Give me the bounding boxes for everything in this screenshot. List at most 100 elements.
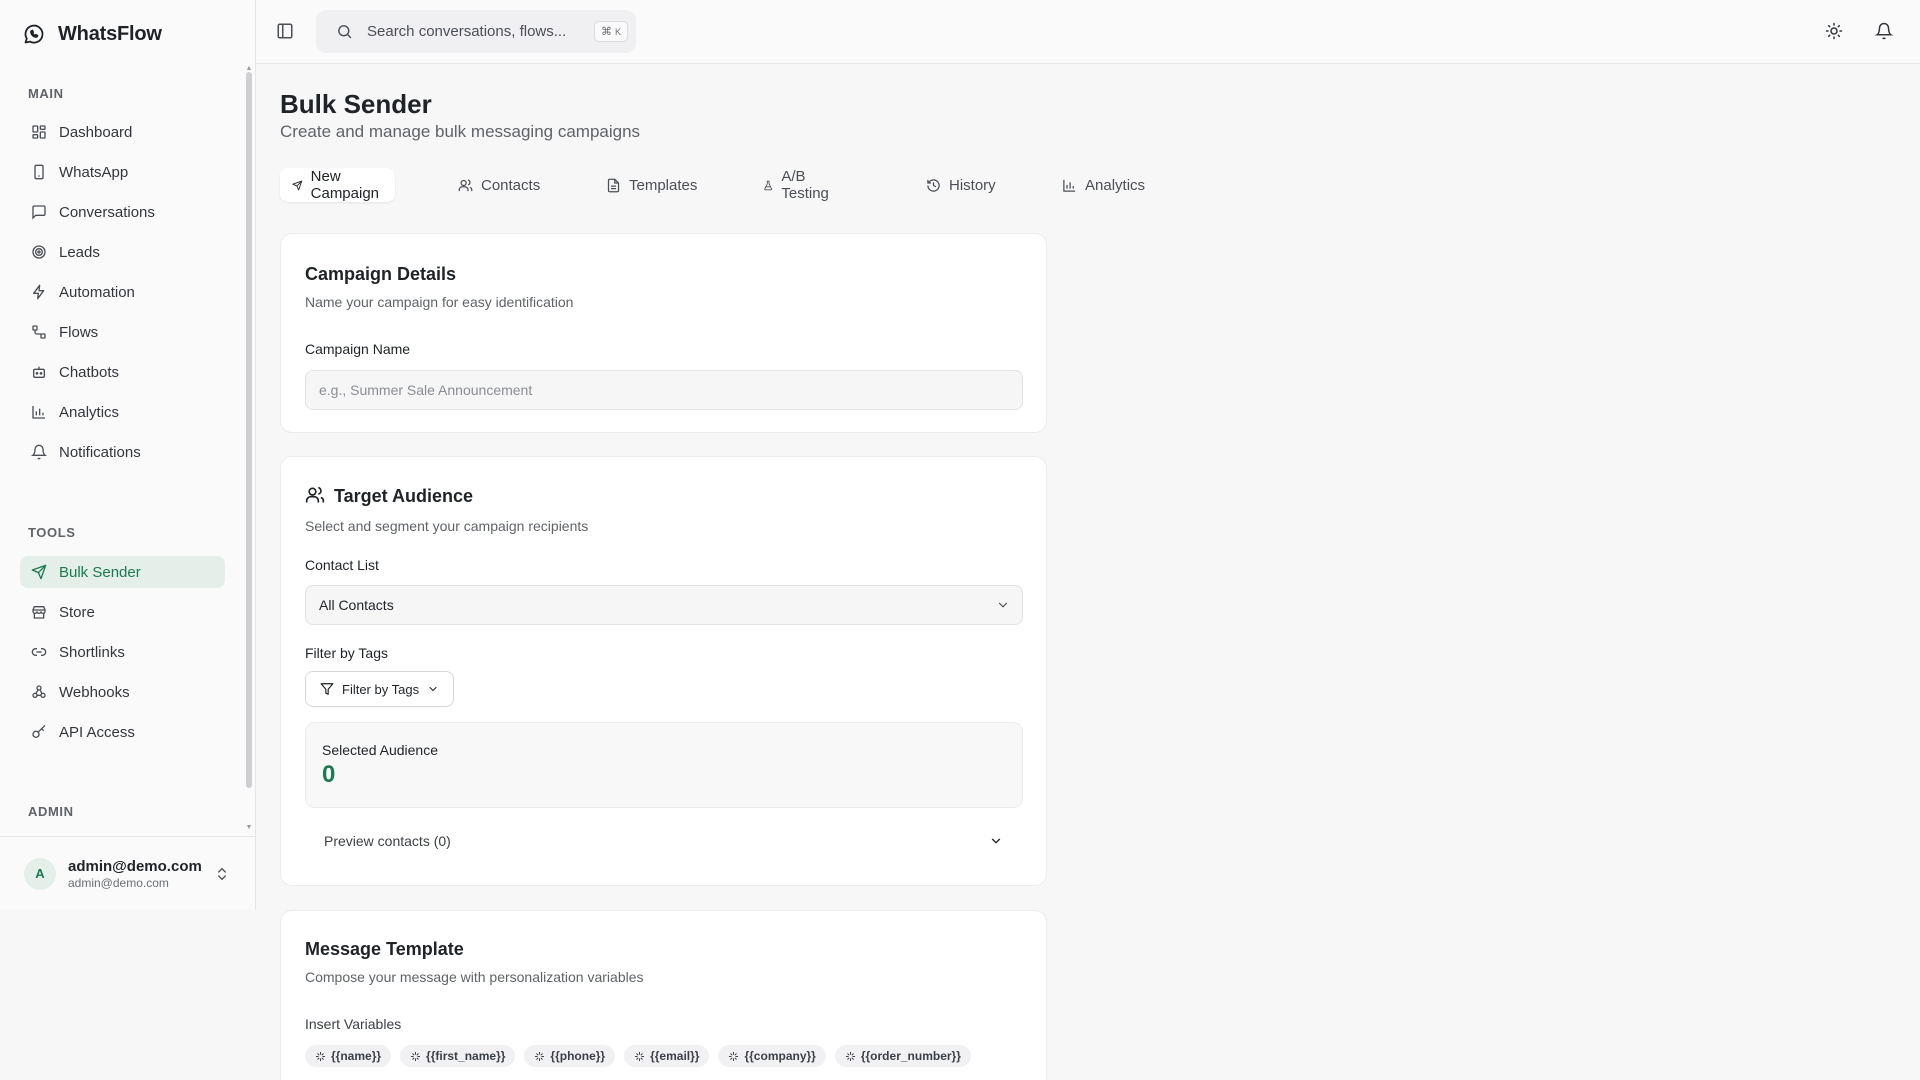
sidebar-item-flows[interactable]: Flows — [20, 316, 225, 348]
flow-icon — [32, 325, 46, 339]
card-title: Target Audience — [334, 486, 474, 506]
page-subtitle: Create and manage bulk messaging campaig… — [280, 122, 641, 141]
user-meta: admin@demo.com admin@demo.com — [68, 858, 202, 890]
chart-icon — [32, 406, 45, 419]
bot-icon — [33, 366, 45, 378]
sparkle-icon — [845, 1051, 855, 1061]
user-menu[interactable]: A admin@demo.com admin@demo.com — [0, 836, 256, 910]
bell-icon[interactable] — [1875, 22, 1893, 40]
preview-contacts-toggle[interactable]: Preview contacts (0) — [305, 821, 1023, 861]
sidebar-item-conversations[interactable]: Conversations — [20, 196, 225, 228]
sun-icon[interactable] — [1825, 22, 1843, 40]
sidebar-item-label: Chatbots — [59, 363, 120, 381]
sidebar-item-api-access[interactable]: API Access — [20, 716, 225, 748]
sidebar-item-label: Conversations — [59, 203, 155, 221]
message-template-card: Message Template Compose your message wi… — [280, 910, 1047, 1080]
variable-chip[interactable]: {{phone}} — [524, 1045, 616, 1067]
variable-chip[interactable]: {{email}} — [624, 1045, 710, 1067]
sidebar-toggle-icon[interactable] — [276, 22, 294, 40]
section-label-admin: ADMIN — [28, 804, 74, 819]
scrollbar-thumb[interactable] — [246, 72, 252, 788]
preview-contacts-label: Preview contacts (0) — [324, 833, 451, 849]
variable-chip-label: {{name}} — [331, 1049, 382, 1063]
variable-chip[interactable]: {{order_number}} — [834, 1045, 971, 1067]
variable-chips: {{name}} {{first_name}} {{phone}} {{emai… — [305, 1045, 971, 1067]
target-icon — [32, 245, 46, 259]
sparkle-icon — [315, 1051, 326, 1061]
search-input[interactable]: Search conversations, flows... ⌘ K — [316, 10, 636, 53]
tab-templates[interactable]: Templates — [594, 168, 709, 202]
filter-tags-button[interactable]: Filter by Tags — [305, 671, 455, 707]
tab-label: A/B Testing — [781, 168, 829, 202]
tab-label: Contacts — [481, 176, 541, 194]
card-title: Message Template — [305, 939, 464, 959]
contact-list-select[interactable]: All Contacts — [305, 585, 1023, 625]
sparkle-icon — [535, 1051, 545, 1061]
filter-tags-label: Filter by Tags — [305, 645, 388, 661]
selected-audience-count: 0 — [322, 761, 336, 788]
sidebar-item-bulk-sender[interactable]: Bulk Sender — [20, 556, 225, 588]
tab-analytics[interactable]: Analytics — [1050, 168, 1157, 202]
topbar: Search conversations, flows... ⌘ K — [256, 0, 1920, 64]
sidebar-scrollbar[interactable]: ▲ ▼ — [245, 65, 253, 834]
tab-label: Analytics — [1085, 176, 1146, 194]
sidebar-item-whatsapp[interactable]: WhatsApp — [20, 156, 225, 188]
user-email: admin@demo.com — [68, 875, 169, 890]
scroll-down-icon[interactable]: ▼ — [245, 824, 253, 832]
variable-chip-label: {{order_number}} — [860, 1049, 961, 1063]
sidebar-item-chatbots[interactable]: Chatbots — [20, 356, 225, 388]
tab-ab-testing[interactable]: A/B Testing — [751, 168, 846, 202]
section-label-tools: TOOLS — [28, 525, 76, 540]
sidebar-item-label: Bulk Sender — [59, 563, 141, 581]
contact-list-label: Contact List — [305, 557, 379, 573]
sidebar-item-label: Flows — [59, 323, 99, 341]
filter-button-label: Filter by Tags — [342, 681, 420, 697]
sidebar-item-dashboard[interactable]: Dashboard — [20, 116, 225, 148]
file-icon — [607, 178, 620, 192]
selected-audience-label: Selected Audience — [322, 742, 438, 758]
variable-chip-label: {{first_name}} — [426, 1049, 506, 1063]
tab-contacts[interactable]: Contacts — [446, 168, 552, 202]
sidebar-item-label: Analytics — [59, 403, 120, 421]
chevrons-up-down-icon — [218, 867, 226, 881]
tab-label: History — [949, 176, 996, 194]
sidebar-item-label: Webhooks — [59, 683, 130, 701]
sidebar-item-shortlinks[interactable]: Shortlinks — [20, 636, 225, 668]
chevron-down-icon — [429, 687, 437, 692]
history-icon — [927, 178, 940, 192]
chevron-down-icon — [998, 602, 1008, 608]
sidebar-item-label: WhatsApp — [59, 163, 129, 181]
variable-chip[interactable]: {{name}} — [305, 1045, 392, 1067]
sidebar-item-leads[interactable]: Leads — [20, 236, 225, 268]
card-description: Compose your message with personalizatio… — [305, 969, 644, 985]
page-title: Bulk Sender — [280, 89, 432, 119]
insert-variables-label: Insert Variables — [305, 1016, 402, 1032]
link-icon — [31, 648, 47, 656]
sidebar-item-automation[interactable]: Automation — [20, 276, 225, 308]
variable-chip[interactable]: {{first_name}} — [400, 1045, 516, 1067]
sidebar-item-label: Notifications — [59, 443, 141, 461]
users-icon — [458, 178, 473, 191]
sidebar-item-webhooks[interactable]: Webhooks — [20, 676, 225, 708]
contact-list-value: All Contacts — [319, 597, 394, 613]
sidebar-item-notifications[interactable]: Notifications — [20, 436, 225, 468]
brand[interactable]: WhatsFlow — [20, 20, 162, 48]
variable-chip-label: {{email}} — [650, 1049, 700, 1063]
sidebar-item-analytics[interactable]: Analytics — [20, 396, 225, 428]
search-shortcut: ⌘ K — [594, 21, 629, 42]
tab-new-campaign[interactable]: New Campaign — [280, 168, 396, 202]
tab-history[interactable]: History — [914, 168, 1008, 202]
phone-icon — [34, 164, 44, 180]
sidebar-item-label: Store — [59, 603, 95, 621]
variable-chip[interactable]: {{company}} — [718, 1045, 826, 1067]
chart-icon — [1063, 179, 1076, 192]
shortcut-symbol: ⌘ — [601, 26, 612, 38]
variable-chip-label: {{company}} — [744, 1049, 816, 1063]
shortcut-key: K — [615, 26, 622, 37]
sidebar-item-label: API Access — [59, 723, 135, 741]
campaign-name-input[interactable]: e.g., Summer Sale Announcement — [305, 370, 1023, 410]
bell-icon — [31, 444, 47, 460]
sidebar-item-label: Automation — [59, 283, 135, 301]
whatsapp-logo-icon — [20, 20, 48, 48]
sidebar-item-store[interactable]: Store — [20, 596, 225, 628]
